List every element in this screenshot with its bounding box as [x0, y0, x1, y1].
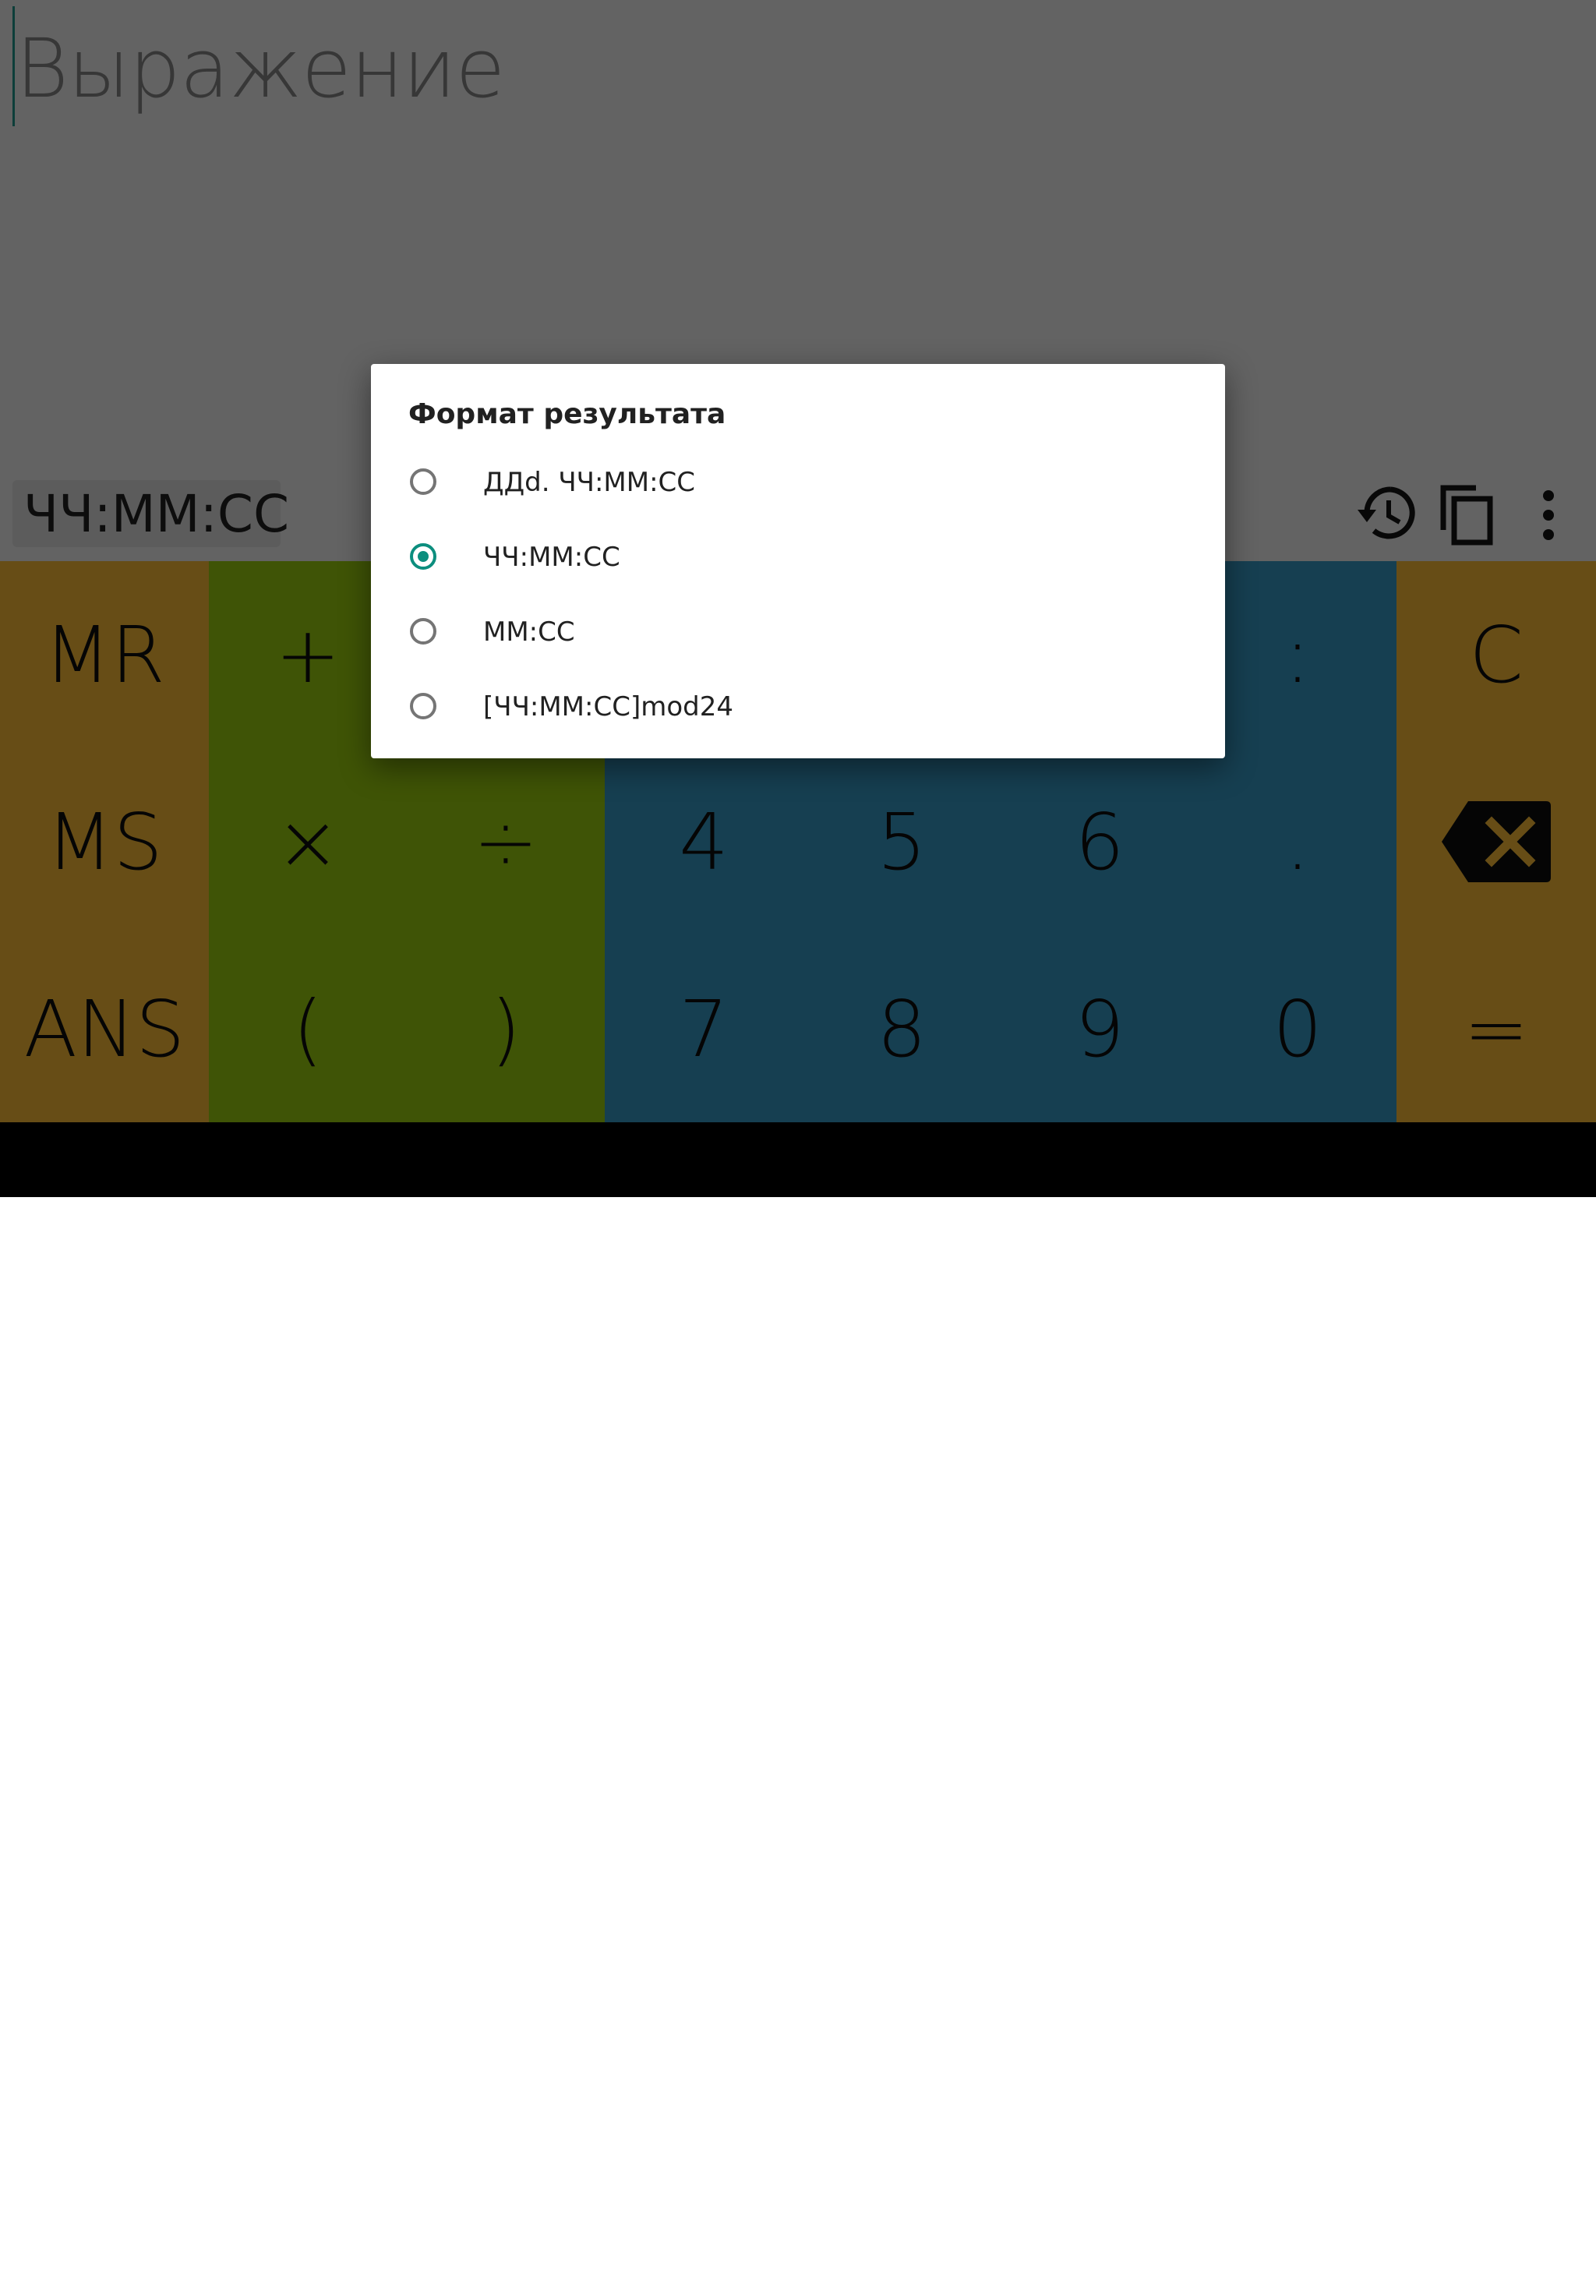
format-option-label: ММ:СС — [483, 616, 575, 648]
recents-icon[interactable] — [1038, 2270, 1061, 2293]
format-option-days[interactable]: ДДd. ЧЧ:ММ:СС — [371, 447, 1225, 521]
home-icon[interactable] — [786, 2268, 812, 2294]
calculator-app: Выражение ЧЧ:ММ:СС MR + − 1 2 3 — [0, 0, 1596, 1122]
format-option-label: ЧЧ:ММ:СС — [483, 542, 620, 573]
result-format-dialog: Формат результата ДДd. ЧЧ:ММ:СС ЧЧ:ММ:СС… — [371, 364, 1225, 758]
format-option-hours[interactable]: ЧЧ:ММ:СС — [371, 521, 1225, 596]
system-navigation-bar — [0, 1122, 1596, 2294]
format-option-label: [ЧЧ:ММ:СС]mod24 — [483, 691, 733, 722]
format-option-minutes[interactable]: ММ:СС — [371, 596, 1225, 671]
radio-button[interactable] — [410, 693, 436, 719]
radio-button[interactable] — [410, 618, 436, 645]
format-option-label: ДДd. ЧЧ:ММ:СС — [483, 467, 695, 498]
back-icon[interactable] — [533, 2268, 558, 2296]
radio-button-selected[interactable] — [410, 543, 436, 570]
dialog-title: Формат результата — [408, 398, 726, 430]
format-option-mod24[interactable]: [ЧЧ:ММ:СС]mod24 — [371, 671, 1225, 746]
radio-button[interactable] — [410, 468, 436, 495]
